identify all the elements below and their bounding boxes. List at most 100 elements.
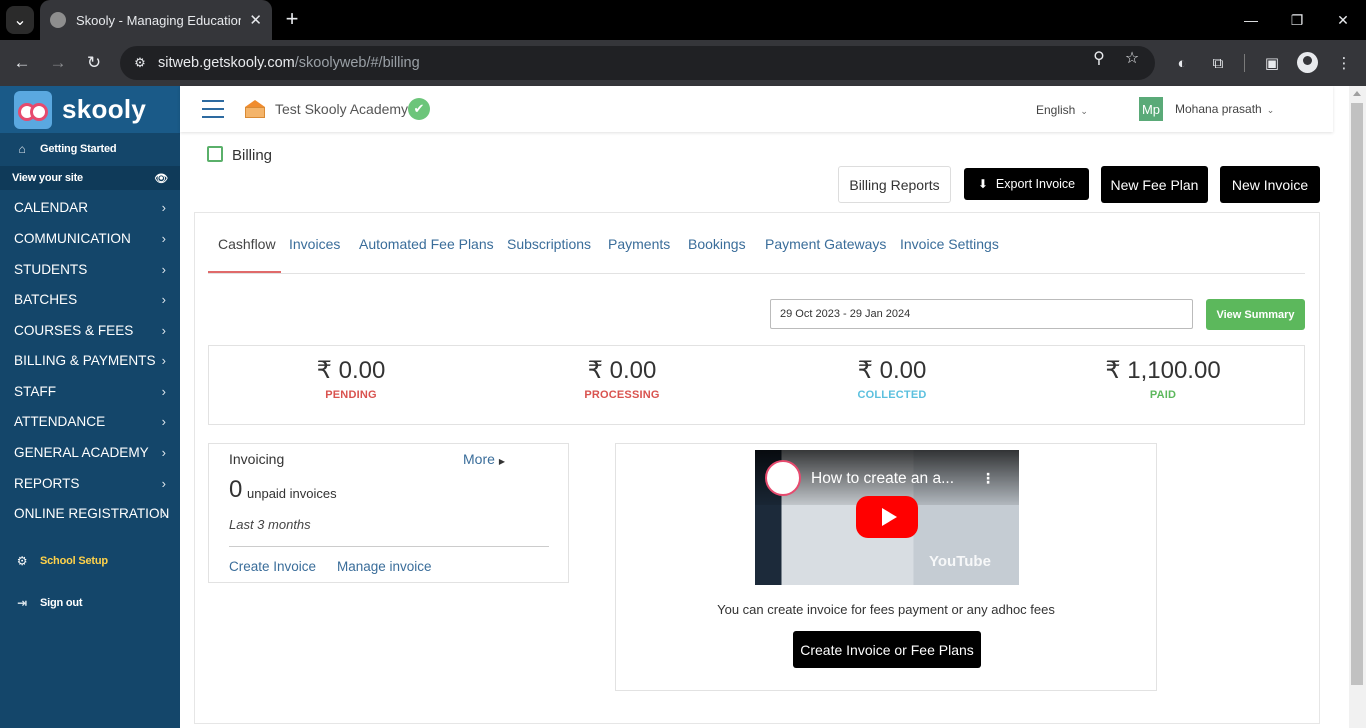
zoom-icon[interactable]: ⚲ xyxy=(1089,48,1109,68)
sidebar-item-staff[interactable]: STAFF › xyxy=(0,376,180,406)
restore-icon[interactable]: ❐ xyxy=(1274,0,1320,40)
tab-cashflow[interactable]: Cashflow xyxy=(218,236,276,252)
billing-reports-button[interactable]: Billing Reports xyxy=(838,166,951,203)
view-site-link[interactable]: View your site 👁 xyxy=(0,166,180,190)
tab-search-button[interactable]: ⌄ xyxy=(6,6,34,34)
video-title[interactable]: How to create an a... xyxy=(811,470,954,488)
sidebar-item-batches[interactable]: BATCHES › xyxy=(0,284,180,314)
chevron-right-icon: › xyxy=(161,230,166,246)
sidebar-item-label: REPORTS xyxy=(14,475,80,491)
page-scrollbar[interactable] xyxy=(1349,86,1366,728)
channel-avatar-icon[interactable] xyxy=(765,460,801,496)
side-panel-icon[interactable]: ▣ xyxy=(1260,51,1284,75)
sidebar-item-courses-fees[interactable]: COURSES & FEES › xyxy=(0,315,180,345)
profile-icon[interactable] xyxy=(1297,52,1318,73)
date-range-input[interactable]: 29 Oct 2023 - 29 Jan 2024 xyxy=(770,299,1193,329)
tab-payment-gateways[interactable]: Payment Gateways xyxy=(765,236,886,252)
invoicing-card: Invoicing More ▶ 0 unpaid invoices Last 3… xyxy=(208,443,569,583)
extension-icon[interactable]: ◐ xyxy=(1170,51,1194,75)
tab-payments[interactable]: Payments xyxy=(608,236,670,252)
browser-toolbar: ← → ↻ ⚙ sitweb.getskooly.com/skoolyweb/#… xyxy=(0,40,1366,86)
browser-tab[interactable]: Skooly - Managing Educational ✕ xyxy=(40,0,272,40)
forward-icon[interactable]: → xyxy=(45,50,71,76)
sidebar-item-getting-started[interactable]: ⌂ Getting Started xyxy=(0,138,180,160)
sidebar-item-school-setup[interactable]: ⚙ School Setup xyxy=(0,546,180,576)
close-tab-icon[interactable]: ✕ xyxy=(249,11,262,29)
back-icon[interactable]: ← xyxy=(9,50,35,76)
site-info-icon[interactable]: ⚙ xyxy=(132,55,148,71)
sidebar-item-communication[interactable]: COMMUNICATION › xyxy=(0,223,180,253)
stat-amount: ₹ 1,100.00 xyxy=(1105,357,1221,384)
browser-menu-icon[interactable]: ⋮ xyxy=(1332,51,1356,75)
cashflow-summary: ₹ 0.00 PENDING ₹ 0.00 PROCESSING ₹ 0.00 … xyxy=(208,345,1305,425)
create-invoice-or-fee-plans-button[interactable]: Create Invoice or Fee Plans xyxy=(793,631,981,668)
sidebar-item-label: STUDENTS xyxy=(14,261,88,277)
user-menu[interactable]: Mohana prasath ⌄ xyxy=(1175,102,1274,116)
stat-amount: ₹ 0.00 xyxy=(587,357,657,384)
view-summary-button[interactable]: View Summary xyxy=(1206,299,1305,330)
tab-invoice-settings[interactable]: Invoice Settings xyxy=(900,236,999,252)
sidebar-item-online-registration[interactable]: ONLINE REGISTRATION › xyxy=(0,498,180,528)
invoicing-title: Invoicing xyxy=(229,451,285,467)
export-invoice-button[interactable]: ⬇ Export Invoice xyxy=(964,168,1089,200)
bookmark-star-icon[interactable]: ☆ xyxy=(1122,48,1142,68)
scroll-up-arrow[interactable] xyxy=(1353,91,1361,96)
sidebar-item-label: BATCHES xyxy=(14,291,78,307)
school-building-icon xyxy=(245,100,265,118)
chevron-right-icon: › xyxy=(161,261,166,277)
create-invoice-link[interactable]: Create Invoice xyxy=(229,559,316,574)
eye-icon: 👁 xyxy=(154,172,168,185)
address-bar[interactable]: ⚙ sitweb.getskooly.com/skoolyweb/#/billi… xyxy=(120,46,1155,80)
verified-check-icon: ✔ xyxy=(408,98,430,120)
new-tab-button[interactable]: + xyxy=(280,8,304,32)
caret-right-icon: ▶ xyxy=(498,457,506,466)
more-vert-icon[interactable]: ⋮ xyxy=(981,470,995,487)
sidebar-item-sign-out[interactable]: ⇥ Sign out xyxy=(0,588,180,618)
sidebar-item-attendance[interactable]: ATTENDANCE › xyxy=(0,406,180,436)
sidebar-item-billing-payments[interactable]: BILLING & PAYMENTS › xyxy=(0,345,180,375)
manage-invoice-link[interactable]: Manage invoice xyxy=(337,559,432,574)
tab-automated-fee-plans[interactable]: Automated Fee Plans xyxy=(359,236,494,252)
school-name[interactable]: Test Skooly Academy xyxy=(275,101,408,117)
language-selector[interactable]: English ⌄ xyxy=(1036,103,1088,117)
new-invoice-button[interactable]: New Invoice xyxy=(1220,166,1320,203)
youtube-watermark[interactable]: YouTube xyxy=(929,553,991,570)
logo[interactable]: skooly xyxy=(0,86,180,133)
logo-text: skooly xyxy=(62,94,147,124)
sidebar-item-reports[interactable]: REPORTS › xyxy=(0,468,180,498)
more-link[interactable]: More ▶ xyxy=(463,451,505,467)
chevron-right-icon: › xyxy=(161,444,166,460)
scrollbar-thumb[interactable] xyxy=(1351,103,1363,685)
sign-out-icon: ⇥ xyxy=(17,596,27,610)
home-icon: ⌂ xyxy=(18,142,26,156)
chevron-down-icon: ⌄ xyxy=(1080,106,1088,116)
play-button-icon[interactable] xyxy=(856,496,918,538)
sidebar-item-general-academy[interactable]: GENERAL ACADEMY › xyxy=(0,437,180,467)
sidebar-item-label: CALENDAR xyxy=(14,199,89,215)
hamburger-menu-icon[interactable] xyxy=(202,100,224,118)
window-close-icon[interactable]: ✕ xyxy=(1320,0,1366,40)
reload-icon[interactable]: ↻ xyxy=(81,50,107,76)
app-header: Test Skooly Academy ✔ English ⌄ Mp Mohana… xyxy=(180,86,1333,132)
sidebar-item-label: GENERAL ACADEMY xyxy=(14,444,149,460)
tutorial-video[interactable]: How to create an a... ⋮ YouTube xyxy=(755,450,1019,585)
avatar[interactable]: Mp xyxy=(1139,97,1163,121)
stat-amount: ₹ 0.00 xyxy=(316,357,386,384)
more-label: More xyxy=(463,451,495,467)
chevron-right-icon: › xyxy=(161,383,166,399)
sidebar-item-calendar[interactable]: CALENDAR › xyxy=(0,192,180,222)
chevron-right-icon: › xyxy=(161,505,166,521)
owl-logo-icon xyxy=(14,90,52,129)
stat-amount: ₹ 0.00 xyxy=(857,357,927,384)
new-fee-plan-button[interactable]: New Fee Plan xyxy=(1101,166,1208,203)
tab-invoices[interactable]: Invoices xyxy=(289,236,340,252)
puzzle-icon[interactable]: ⧉ xyxy=(1206,51,1230,75)
sidebar-item-label: Getting Started xyxy=(40,143,117,155)
tab-bookings[interactable]: Bookings xyxy=(688,236,746,252)
unpaid-count: 0 xyxy=(229,476,243,503)
chevron-right-icon: › xyxy=(161,322,166,338)
browser-tab-bar: ⌄ Skooly - Managing Educational ✕ + — ❐ … xyxy=(0,0,1366,40)
minimize-icon[interactable]: — xyxy=(1228,0,1274,40)
sidebar-item-students[interactable]: STUDENTS › xyxy=(0,254,180,284)
tab-subscriptions[interactable]: Subscriptions xyxy=(507,236,591,252)
